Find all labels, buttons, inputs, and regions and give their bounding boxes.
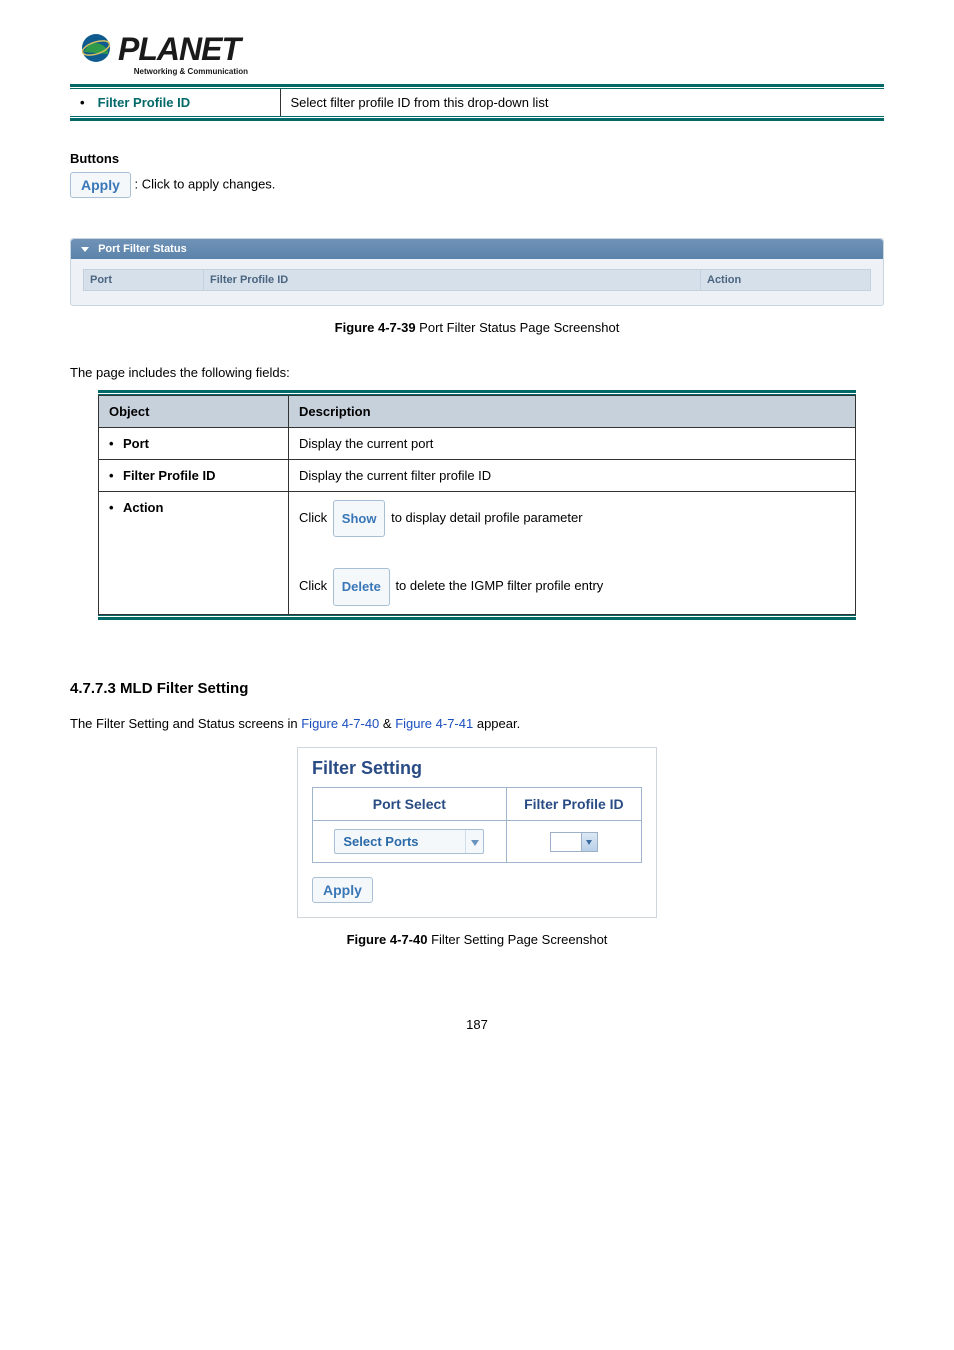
globe-icon [78,30,114,69]
divider [70,116,884,121]
obj-port: Port [123,436,149,451]
param-object: Filter Profile ID [98,95,190,110]
link-fig41[interactable]: Figure 4-7-41 [395,716,473,731]
param-table: • Filter Profile ID Select filter profil… [70,89,884,116]
desc-action: Click Show to display detail profile par… [289,492,856,615]
fields-intro: The page includes the following fields: [70,365,884,380]
col-port: Port [84,270,204,291]
chevron-down-icon [81,247,89,252]
subsection-text: The Filter Setting and Status screens in… [70,715,884,733]
th-object: Object [99,396,289,428]
status-table: Port Filter Profile ID Action [83,269,871,291]
chevron-down-icon [465,830,483,853]
apply-button[interactable]: Apply [312,877,373,903]
subsection-heading: 4.7.7.3 MLD Filter Setting [70,680,884,697]
fields-table: Object Description •Port Display the cur… [98,395,856,615]
panel-header[interactable]: Port Filter Status [71,239,883,259]
desc-filter: Display the current filter profile ID [289,460,856,492]
brand-name: PLANET [118,31,240,68]
desc-port: Display the current port [289,428,856,460]
chevron-down-icon [581,833,597,851]
filter-setting-table: Port Select Filter Profile ID Select Por… [312,787,642,863]
figure-caption-39: Figure 4-7-39 Port Filter Status Page Sc… [70,320,884,335]
figure-label: Figure 4-7-40 [347,932,428,947]
select-ports-dropdown[interactable]: Select Ports [334,829,484,854]
panel-title: Port Filter Status [98,243,187,255]
port-filter-status-panel: Port Filter Status Port Filter Profile I… [70,238,884,306]
apply-button[interactable]: Apply [70,172,131,198]
col-action: Action [701,270,871,291]
show-button[interactable]: Show [333,500,386,537]
th-description: Description [289,396,856,428]
th-filter-profile-id: Filter Profile ID [506,787,641,820]
obj-action: Action [123,500,163,515]
brand-logo: PLANET Networking & Communication [70,30,884,76]
page-number: 187 [70,1017,884,1032]
divider [98,615,856,620]
apply-desc: : Click to apply changes. [135,176,276,191]
buttons-heading: Buttons [70,151,884,166]
filter-setting-title: Filter Setting [312,758,642,779]
link-fig40[interactable]: Figure 4-7-40 [301,716,379,731]
figure-caption-40: Figure 4-7-40 Filter Setting Page Screen… [70,932,884,947]
filter-setting-box: Filter Setting Port Select Filter Profil… [297,747,657,918]
brand-tagline: Networking & Communication [70,67,248,76]
filter-profile-id-dropdown[interactable] [550,832,598,852]
obj-filter: Filter Profile ID [123,468,215,483]
figure-label: Figure 4-7-39 [335,320,416,335]
th-port-select: Port Select [313,787,507,820]
select-ports-label: Select Ports [335,830,465,853]
param-desc: Select filter profile ID from this drop-… [280,89,884,116]
col-filter: Filter Profile ID [204,270,701,291]
delete-button[interactable]: Delete [333,568,390,605]
apply-row: Apply : Click to apply changes. [70,172,884,198]
